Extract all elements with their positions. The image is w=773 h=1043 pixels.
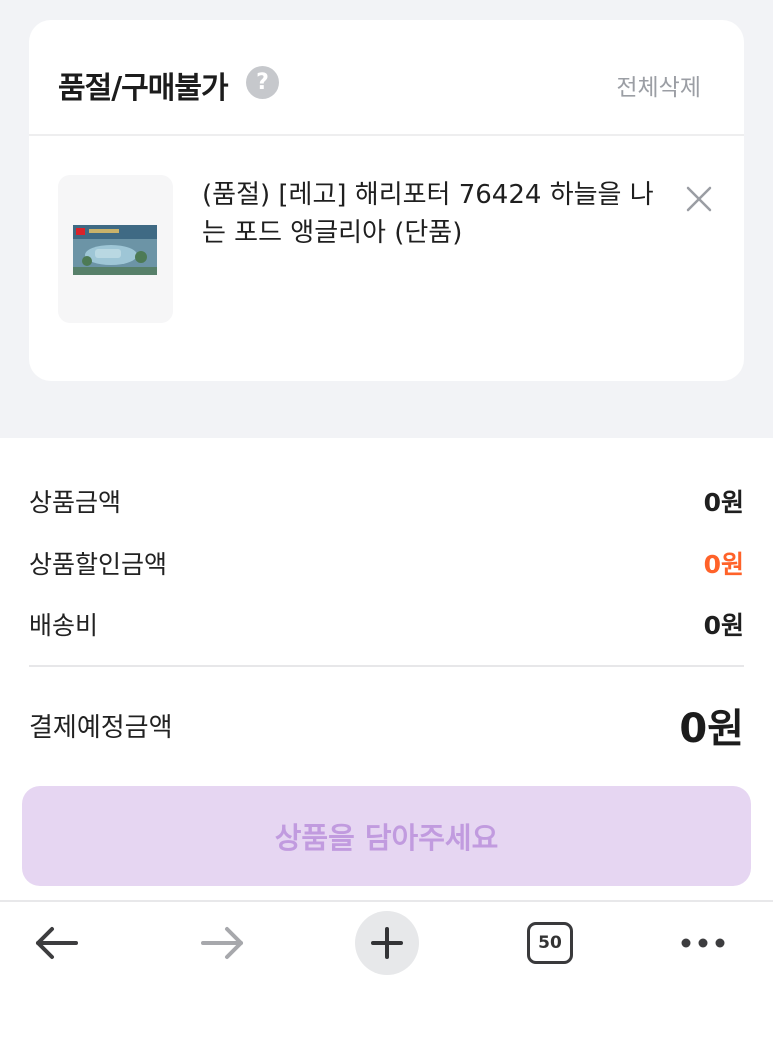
shipping-label: 배송비	[29, 611, 99, 640]
more-button[interactable]	[668, 910, 738, 976]
browser-toolbar: 50	[0, 900, 773, 1043]
soldout-card: 품절/구매불가 ? 전체삭제 (품절) [레고] 해리포터 76424 하늘을 …	[29, 20, 744, 381]
discount-label: 상품할인금액	[29, 550, 168, 579]
product-thumbnail[interactable]	[58, 175, 173, 323]
add-circle	[355, 911, 419, 975]
summary-divider	[29, 665, 744, 667]
product-price-value: 0원	[703, 488, 744, 517]
help-icon[interactable]: ?	[246, 66, 279, 99]
summary-row-total: 결제예정금액 0원	[29, 700, 744, 752]
tabs-button[interactable]: 50	[515, 910, 585, 976]
card-header: 품절/구매불가 ? 전체삭제	[29, 20, 744, 136]
arrow-left-icon	[36, 927, 78, 959]
discount-value: 0원	[703, 550, 744, 579]
summary-row-discount: 상품할인금액 0원	[29, 543, 744, 583]
forward-button[interactable]	[187, 910, 257, 976]
remove-item-button[interactable]	[680, 180, 718, 218]
lego-box-image	[73, 225, 157, 275]
summary-row-shipping: 배송비 0원	[29, 604, 744, 644]
soldout-section: 품절/구매불가 ? 전체삭제 (품절) [레고] 해리포터 76424 하늘을 …	[0, 0, 773, 438]
more-icon	[681, 938, 725, 948]
arrow-right-icon	[201, 927, 243, 959]
summary-row-product-price: 상품금액 0원	[29, 481, 744, 521]
close-icon	[686, 186, 712, 212]
total-value: 0원	[679, 706, 744, 752]
new-tab-button[interactable]	[352, 910, 422, 976]
add-items-button[interactable]: 상품을 담아주세요	[22, 786, 751, 886]
plus-icon	[371, 927, 403, 959]
card-title: 품절/구매불가	[58, 71, 229, 106]
total-label: 결제예정금액	[29, 712, 173, 743]
back-button[interactable]	[22, 910, 92, 976]
product-name[interactable]: (품절) [레고] 해리포터 76424 하늘을 나는 포드 앵글리아 (단품)	[202, 176, 662, 252]
product-price-label: 상품금액	[29, 488, 122, 517]
delete-all-button[interactable]: 전체삭제	[616, 68, 701, 102]
tab-count-badge: 50	[527, 922, 573, 964]
shipping-value: 0원	[703, 611, 744, 640]
